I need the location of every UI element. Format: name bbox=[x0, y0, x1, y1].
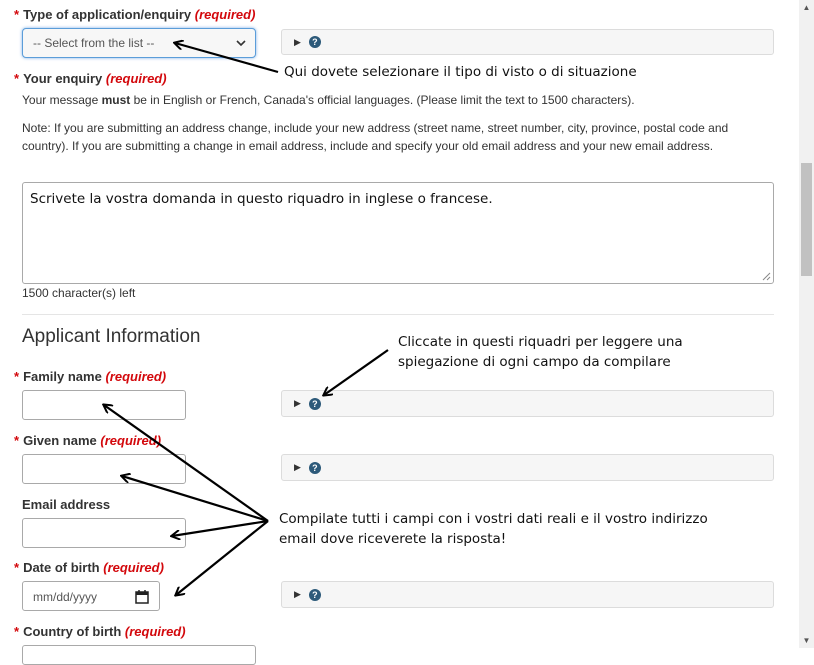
scroll-down-icon[interactable]: ▼ bbox=[799, 636, 814, 645]
scrollbar-thumb[interactable] bbox=[801, 163, 812, 276]
annotation-arrows bbox=[0, 0, 389, 648]
arrow-to-help bbox=[324, 349, 389, 395]
arrow-to-given-name bbox=[122, 476, 269, 523]
country-select[interactable] bbox=[22, 645, 256, 665]
arrow-to-select bbox=[175, 43, 279, 74]
arrow-to-dob bbox=[176, 520, 269, 595]
scroll-up-icon[interactable]: ▲ bbox=[799, 3, 814, 12]
scrollbar[interactable] bbox=[799, 0, 814, 648]
arrow-to-family-name bbox=[104, 405, 269, 522]
